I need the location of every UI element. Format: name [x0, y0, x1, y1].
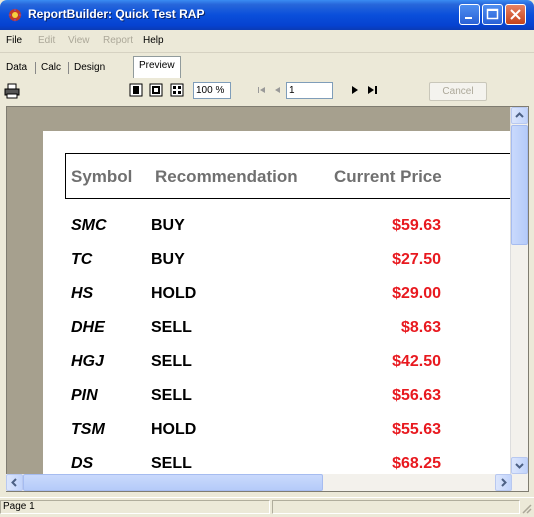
table-row: TSM HOLD $55.63	[43, 421, 528, 455]
close-icon	[510, 9, 521, 20]
header-symbol: Symbol	[71, 167, 133, 186]
table-row: DHE SELL $8.63	[43, 319, 528, 353]
menu-bar: File Edit View Report Help	[0, 30, 534, 53]
recommendation-cell: SELL	[151, 387, 192, 404]
page-width-icon[interactable]	[149, 83, 163, 97]
tab-design[interactable]: Design	[74, 59, 105, 77]
symbol-cell: DHE	[71, 319, 105, 336]
page-number-field[interactable]: 1	[286, 82, 333, 99]
report-preview-viewport[interactable]: Symbol Recommendation Current Price SMC …	[6, 106, 529, 492]
price-cell: $8.63	[400, 319, 441, 336]
symbol-cell: PIN	[71, 387, 98, 404]
prior-page-icon[interactable]	[271, 83, 285, 97]
minimize-button[interactable]	[459, 4, 480, 25]
zoom-field[interactable]: 100 %	[193, 82, 231, 99]
symbol-cell: TC	[71, 251, 93, 268]
report-page: Symbol Recommendation Current Price SMC …	[43, 131, 528, 491]
tab-preview[interactable]: Preview	[133, 56, 181, 78]
first-page-icon[interactable]	[255, 83, 269, 97]
next-page-icon[interactable]	[348, 83, 362, 97]
preview-toolbar: 100 % 1 Cancel	[0, 79, 534, 103]
recommendation-cell: SELL	[151, 455, 192, 472]
horizontal-scrollbar[interactable]	[6, 474, 512, 491]
status-panel	[272, 500, 520, 514]
tab-calc[interactable]: Calc	[41, 59, 61, 77]
table-row: SMC BUY $59.63	[43, 217, 528, 251]
scroll-left-button[interactable]	[6, 474, 23, 491]
price-cell: $68.25	[392, 455, 441, 472]
recommendation-cell: BUY	[151, 217, 185, 234]
title-bar[interactable]: ReportBuilder: Quick Test RAP	[0, 0, 534, 30]
scroll-up-button[interactable]	[511, 107, 528, 124]
status-bar: Page 1	[0, 497, 534, 517]
recommendation-cell: SELL	[151, 353, 192, 370]
menu-edit[interactable]: Edit	[38, 35, 55, 46]
app-icon	[8, 8, 22, 22]
symbol-cell: SMC	[71, 217, 107, 234]
vertical-scrollbar[interactable]	[510, 107, 528, 491]
recommendation-cell: BUY	[151, 251, 185, 268]
scroll-right-button[interactable]	[495, 474, 512, 491]
menu-view[interactable]: View	[68, 35, 90, 46]
recommendation-cell: HOLD	[151, 285, 197, 302]
window-title: ReportBuilder: Quick Test RAP	[28, 7, 205, 21]
minimize-icon	[465, 17, 472, 19]
printer-icon[interactable]	[4, 83, 20, 99]
close-button[interactable]	[505, 4, 526, 25]
header-current-price: Current Price	[334, 167, 442, 186]
table-row: HGJ SELL $42.50	[43, 353, 528, 387]
symbol-cell: DS	[71, 455, 94, 472]
menu-help[interactable]: Help	[143, 35, 164, 46]
recommendation-cell: HOLD	[151, 421, 197, 438]
menu-report[interactable]: Report	[103, 35, 133, 46]
table-row: TC BUY $27.50	[43, 251, 528, 285]
chevron-up-icon	[515, 112, 524, 118]
price-cell: $29.00	[392, 285, 441, 302]
last-page-icon[interactable]	[365, 83, 379, 97]
recommendation-cell: SELL	[151, 319, 192, 336]
tab-data[interactable]: Data	[6, 59, 27, 77]
chevron-down-icon	[515, 463, 524, 469]
tab-separator	[68, 62, 69, 74]
price-cell: $27.50	[392, 251, 441, 268]
symbol-cell: TSM	[71, 421, 105, 438]
cancel-button[interactable]: Cancel	[429, 82, 487, 101]
maximize-icon	[486, 8, 499, 20]
price-cell: $55.63	[392, 421, 441, 438]
chevron-right-icon	[501, 478, 507, 487]
status-page: Page 1	[0, 500, 270, 514]
chevron-left-icon	[11, 478, 17, 487]
actual-size-icon[interactable]	[170, 83, 184, 97]
horizontal-scroll-thumb[interactable]	[23, 474, 323, 491]
header-recommendation: Recommendation	[155, 167, 298, 186]
price-cell: $56.63	[392, 387, 441, 404]
table-row: HS HOLD $29.00	[43, 285, 528, 319]
price-cell: $42.50	[392, 353, 441, 370]
symbol-cell: HGJ	[71, 353, 104, 370]
whole-page-icon[interactable]	[129, 83, 143, 97]
tab-bar: Data Calc Design Preview	[0, 56, 534, 79]
symbol-cell: HS	[71, 285, 94, 302]
resize-grip-icon[interactable]	[520, 502, 532, 514]
price-cell: $59.63	[392, 217, 441, 234]
table-row: PIN SELL $56.63	[43, 387, 528, 421]
menu-file[interactable]: File	[6, 35, 22, 46]
tab-separator	[35, 62, 36, 74]
maximize-button[interactable]	[482, 4, 503, 25]
vertical-scroll-thumb[interactable]	[511, 125, 528, 245]
scroll-down-button[interactable]	[511, 457, 528, 474]
